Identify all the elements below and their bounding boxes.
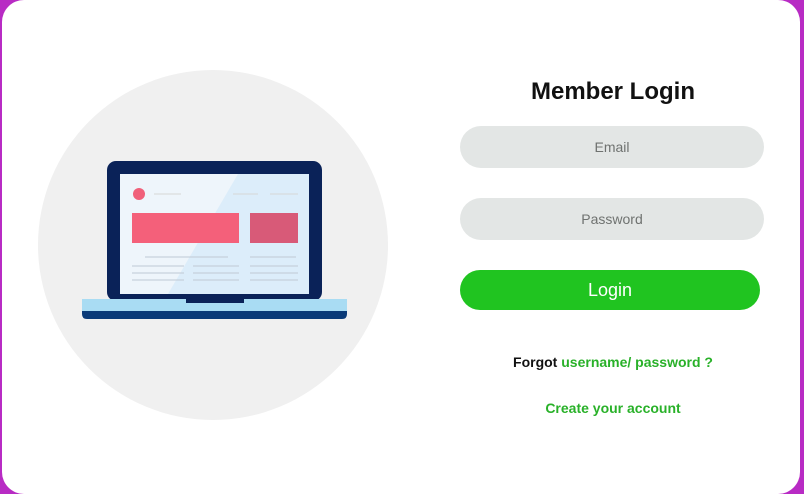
laptop-illustration: [38, 70, 388, 420]
login-button[interactable]: Login: [460, 270, 760, 310]
password-field[interactable]: [460, 198, 764, 240]
page-title: Member Login: [530, 78, 695, 105]
laptop-base-bottom: [82, 311, 347, 319]
screen-banner-right: [250, 213, 298, 243]
screen-banner-left: [132, 213, 239, 243]
login-card: Member Login Login Forgot username/ pass…: [2, 0, 800, 494]
forgot-prefix-text: Forgot: [513, 354, 558, 370]
forgot-credentials-link[interactable]: username/ password ?: [561, 354, 713, 370]
screen-dot: [133, 188, 145, 200]
create-account-row: Create your account: [460, 400, 766, 416]
email-field[interactable]: [460, 126, 764, 168]
forgot-row: Forgot username/ password ?: [460, 354, 766, 370]
laptop-notch: [186, 299, 244, 303]
create-account-link[interactable]: Create your account: [545, 400, 680, 416]
